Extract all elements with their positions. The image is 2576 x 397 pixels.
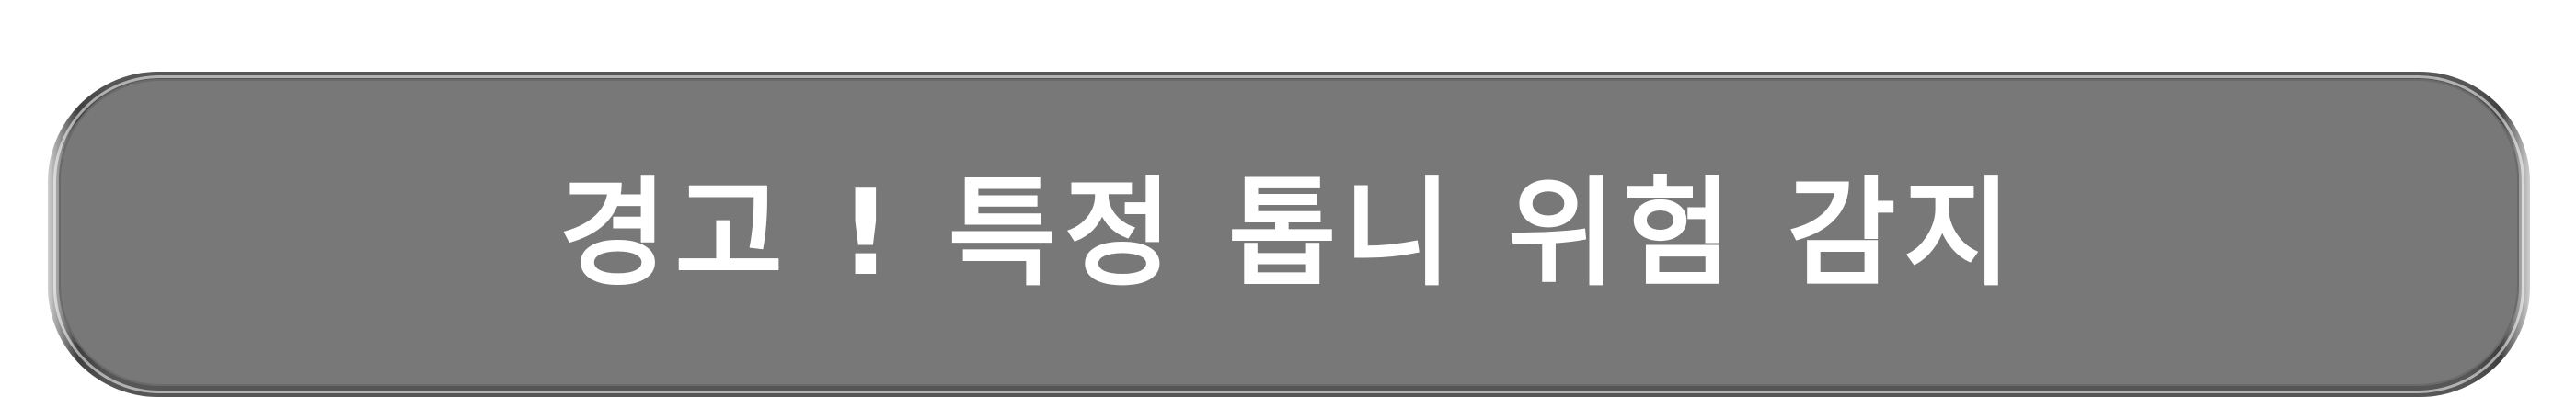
alert-message: 경고 ! 특정 톱니 위험 감지 bbox=[558, 164, 2019, 302]
alert-banner: 경고 ! 특정 톱니 위험 감지 bbox=[59, 79, 2519, 386]
alert-banner-frame: 경고 ! 특정 톱니 위험 감지 bbox=[48, 72, 2530, 397]
